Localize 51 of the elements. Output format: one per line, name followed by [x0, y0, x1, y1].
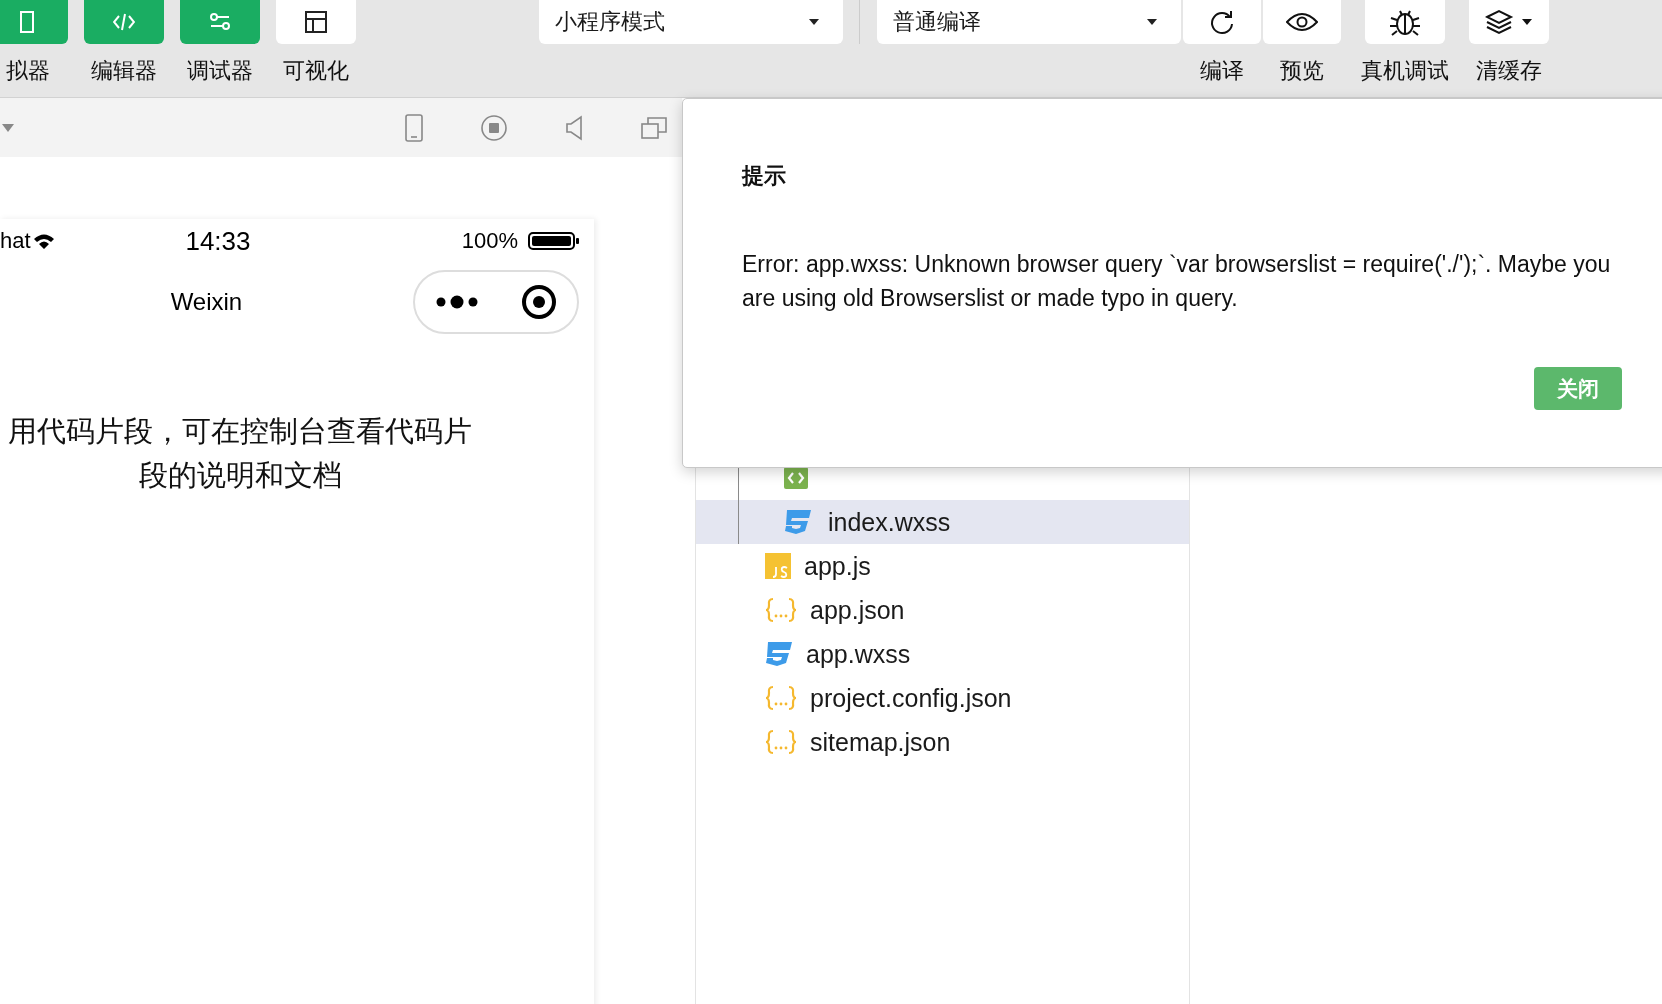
view-toggle-button[interactable] — [84, 0, 164, 44]
toolbar-label: 调试器 — [187, 57, 253, 85]
view-toggle-button[interactable] — [180, 0, 260, 44]
toolbar-button[interactable] — [1365, 0, 1445, 44]
capsule-button[interactable] — [412, 270, 579, 334]
error-message: Error: app.wxss: Unknown browser query `var browserslist = require('./');`. Maybe you are using old Browserslist or made typo in query. — [742, 250, 1612, 313]
carrier-name: hat — [0, 228, 31, 254]
layers-icon — [1485, 9, 1533, 35]
file-tree-item[interactable]: index.wxss — [696, 500, 1189, 544]
wifi-icon — [32, 233, 55, 249]
view-toggle-button[interactable] — [276, 0, 356, 44]
sliders-icon — [209, 11, 231, 33]
css-file-icon — [765, 641, 793, 667]
eye-icon — [1286, 12, 1318, 32]
battery-icon — [528, 231, 580, 251]
stop-icon — [479, 112, 509, 143]
status-time: 14:33 — [184, 225, 252, 257]
caret-icon — [2, 123, 14, 132]
nav-title: Weixin — [169, 288, 244, 316]
toolbar-label: 编辑器 — [91, 57, 157, 85]
dropdown[interactable]: 小程序模式 — [539, 0, 843, 44]
code-icon — [113, 11, 135, 33]
battery-percent: 100% — [461, 228, 518, 254]
file-tree-item[interactable]: project.config.json — [696, 676, 1189, 720]
dropdown[interactable]: 普通编译 — [877, 0, 1181, 44]
file-tree-item[interactable]: sitemap.json — [696, 720, 1189, 764]
toolbar-label: 预览 — [1280, 57, 1324, 85]
file-tree-item[interactable]: app.json — [696, 588, 1189, 632]
caret-icon — [809, 19, 819, 25]
toolbar-label: 拟器 — [6, 57, 50, 85]
view-toggle-button[interactable] — [0, 0, 68, 44]
refresh-icon — [1208, 8, 1236, 36]
js-file-icon — [765, 553, 791, 579]
braces-icon — [765, 728, 797, 756]
toolbar-button[interactable] — [1469, 0, 1549, 44]
file-tree-item[interactable]: app.wxss — [696, 632, 1189, 676]
toolbar-label: 编译 — [1200, 57, 1244, 85]
caret-icon — [1147, 19, 1157, 25]
css-file-icon — [784, 509, 812, 535]
target-icon — [521, 284, 557, 320]
dialog-title: 提示 — [742, 162, 787, 190]
toolbar-label: 可视化 — [283, 57, 349, 85]
braces-icon — [765, 596, 797, 624]
toolbar-label: 真机调试 — [1361, 57, 1449, 85]
toolbar-label: 清缓存 — [1476, 57, 1542, 85]
braces-icon — [765, 684, 797, 712]
file-tree-item[interactable]: app.js — [696, 544, 1189, 588]
toolbar-button[interactable] — [1183, 0, 1261, 44]
toolbar-button[interactable] — [1263, 0, 1341, 44]
layout-icon — [305, 11, 327, 33]
body-text: 用代码片段，可在控制台查看代码片段的说明和文档 — [7, 414, 473, 493]
